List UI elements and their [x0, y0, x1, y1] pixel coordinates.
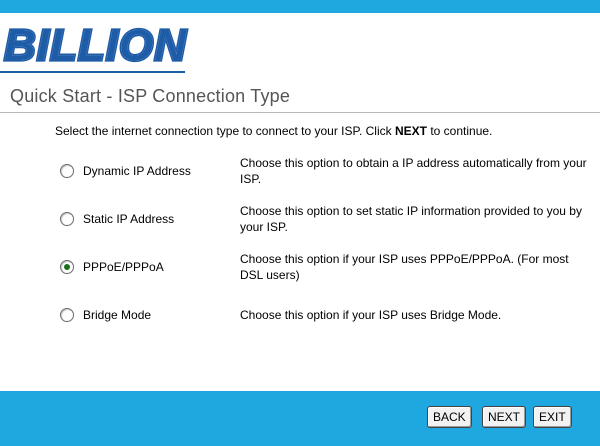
option-dynamic-ip[interactable]: Dynamic IP Address — [60, 164, 191, 178]
option-label-static-ip: Static IP Address — [83, 212, 175, 226]
exit-button[interactable]: EXIT — [533, 406, 572, 428]
radio-dynamic-ip[interactable] — [60, 164, 74, 178]
instruction-text: Select the internet connection type to c… — [55, 124, 492, 138]
back-button[interactable]: BACK — [427, 406, 472, 428]
logo-text-fill: BILLION — [4, 21, 187, 70]
instruction-after: to continue. — [427, 124, 493, 138]
instruction-before: Select the internet connection type to c… — [55, 124, 395, 138]
option-pppoe-pppoa[interactable]: PPPoE/PPPoA — [60, 260, 164, 274]
option-label-pppoe-pppoa: PPPoE/PPPoA — [83, 260, 164, 274]
logo-area: BILLION BILLION — [0, 18, 600, 70]
instruction-emphasis: NEXT — [394, 124, 427, 138]
radio-pppoe-pppoa[interactable] — [60, 260, 74, 274]
option-desc-dynamic-ip: Choose this option to obtain a IP addres… — [240, 156, 587, 186]
option-desc-pppoe-pppoa: Choose this option if your ISP uses PPPo… — [240, 252, 569, 282]
billion-logo: BILLION BILLION — [2, 19, 187, 70]
option-static-ip[interactable]: Static IP Address — [60, 212, 174, 226]
next-button[interactable]: NEXT — [482, 406, 527, 428]
option-bridge-mode[interactable]: Bridge Mode — [60, 308, 151, 322]
option-label-bridge-mode: Bridge Mode — [83, 308, 152, 322]
page-title: Quick Start - ISP Connection Type — [10, 86, 291, 106]
option-label-dynamic-ip: Dynamic IP Address — [83, 164, 191, 178]
option-desc-static-ip: Choose this option to set static IP info… — [240, 204, 582, 234]
radio-bridge-mode[interactable] — [60, 308, 74, 322]
top-accent-bar — [0, 0, 600, 13]
radio-static-ip[interactable] — [60, 212, 74, 226]
logo-underline — [0, 71, 185, 73]
title-divider — [0, 112, 600, 113]
option-desc-bridge-mode: Choose this option if your ISP uses Brid… — [240, 308, 502, 322]
